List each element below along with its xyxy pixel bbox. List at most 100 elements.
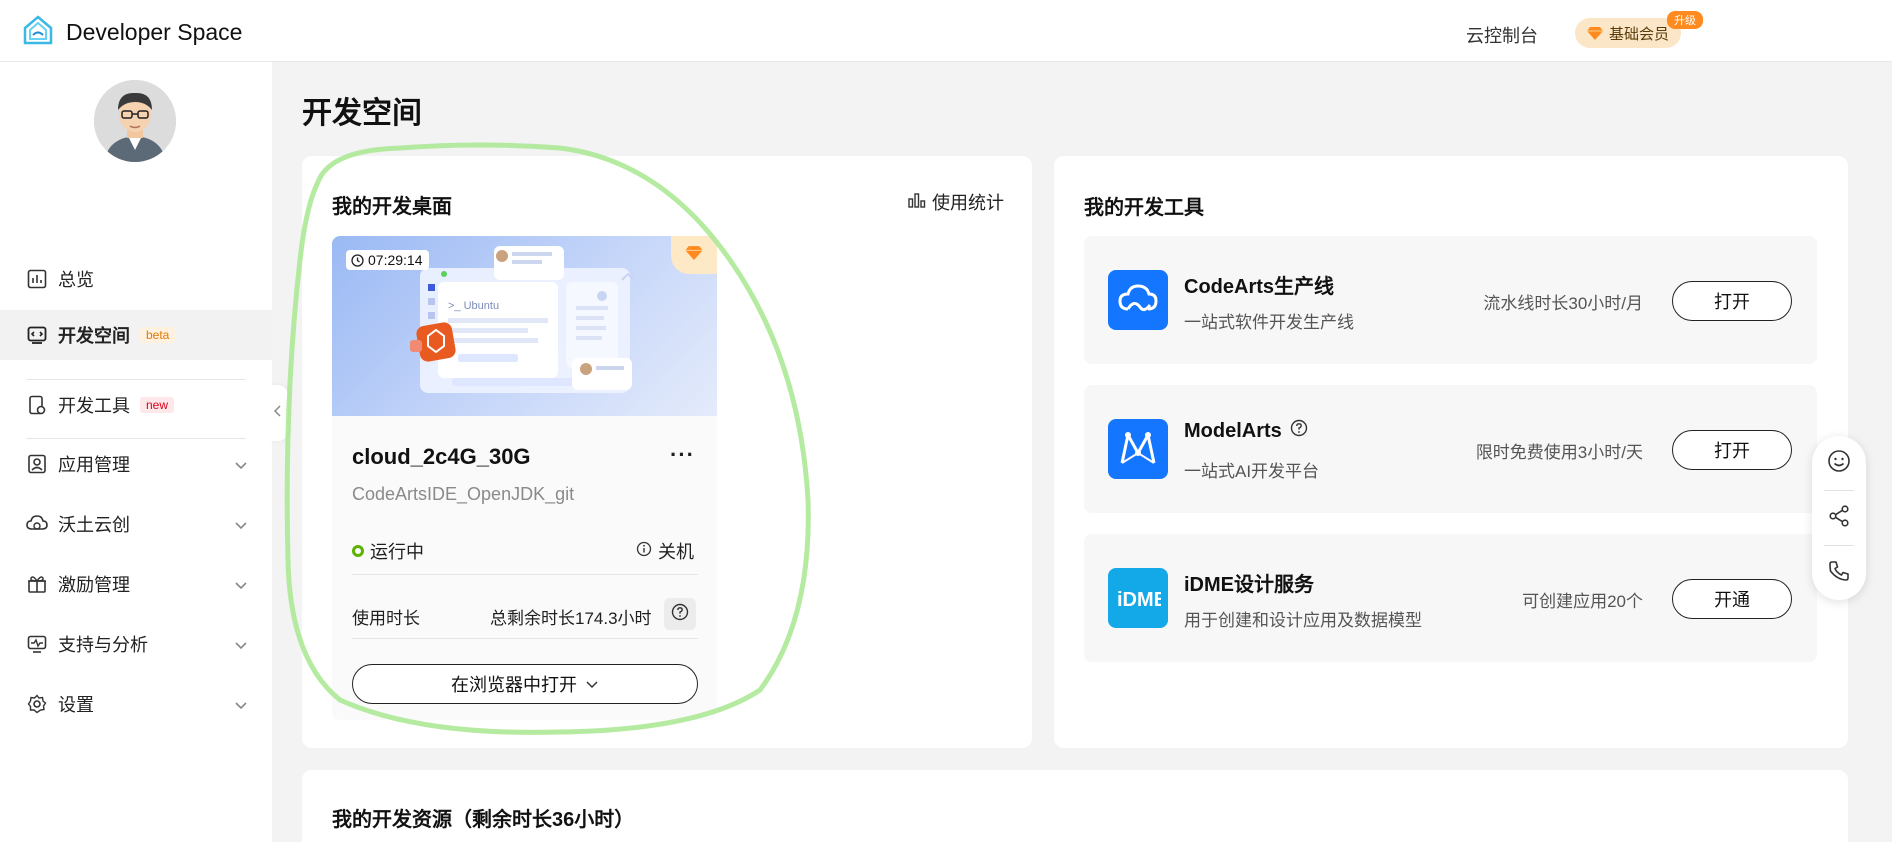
page-title: 开发空间: [302, 97, 422, 130]
tool-quota: 可创建应用20个: [1522, 592, 1643, 611]
instance-image-name: CodeArtsIDE_OpenJDK_git: [352, 484, 575, 504]
info-icon: [636, 541, 652, 562]
cloud-icon: [26, 513, 48, 535]
instance-name: cloud_2c4G_30G: [352, 444, 531, 469]
open-codearts-button[interactable]: 打开: [1672, 281, 1792, 321]
status-text: 运行中: [370, 542, 424, 562]
codearts-cloud-icon: [1108, 270, 1168, 330]
status-dot-icon: [352, 545, 364, 557]
floating-toolbar: [1812, 436, 1866, 600]
sidebar-item-wotu[interactable]: 沃土云创: [0, 499, 272, 549]
usage-stats-label: 使用统计: [932, 193, 1004, 213]
sidebar-item-support[interactable]: 支持与分析: [0, 619, 272, 669]
tool-name: iDME设计服务: [1184, 568, 1314, 597]
logo[interactable]: Developer Space: [22, 14, 242, 51]
app-name: Developer Space: [66, 19, 243, 45]
top-header: Developer Space 云控制台 基础会员 升级: [0, 0, 1892, 62]
usage-label: 使用时长: [352, 609, 420, 628]
beta-tag: beta: [140, 327, 176, 343]
upgrade-tag[interactable]: 升级: [1667, 11, 1703, 29]
sidebar-item-label: 激励管理: [58, 575, 130, 595]
help-icon: [671, 603, 689, 626]
modelarts-icon: [1108, 419, 1168, 479]
tools-section-title: 我的开发工具: [1084, 197, 1204, 219]
member-badge[interactable]: 基础会员: [1575, 18, 1682, 48]
feedback-button[interactable]: [1812, 436, 1866, 490]
sidebar-item-label: 支持与分析: [58, 635, 148, 655]
sidebar-item-dev-space[interactable]: 开发空间 beta: [0, 310, 272, 360]
tool-name-text: CodeArts生产线: [1184, 276, 1335, 298]
dashboard-icon: [26, 268, 48, 290]
chevron-down-icon: [585, 674, 599, 695]
desktop-instance-card[interactable]: >_ Ubuntu 07:29:14 cloud_2c4G_30G ··· Co…: [332, 236, 717, 720]
thumb-ubuntu-text: >_ Ubuntu: [448, 300, 499, 312]
status-badge: 运行中: [352, 538, 424, 564]
contact-phone-button[interactable]: [1812, 546, 1866, 600]
chevron-down-icon: [234, 695, 248, 716]
sidebar-item-dev-tools[interactable]: 开发工具 new: [0, 380, 272, 430]
sidebar-item-label: 应用管理: [58, 455, 130, 475]
sidebar-item-settings[interactable]: 设置: [0, 679, 272, 729]
divider: [352, 638, 698, 639]
idme-icon: iDME: [1108, 568, 1168, 628]
sidebar-item-label: 沃土云创: [58, 515, 130, 535]
chevron-down-icon: [234, 575, 248, 596]
sidebar-collapse-handle[interactable]: [268, 385, 288, 441]
tool-name: CodeArts生产线: [1184, 270, 1334, 299]
help-icon[interactable]: [1290, 419, 1308, 443]
sidebar-item-label: 开发空间: [58, 326, 130, 346]
usage-value: 总剩余时长174.3小时: [490, 609, 652, 628]
open-in-browser-label: 在浏览器中打开: [451, 675, 577, 695]
tool-desc: 一站式AI开发平台: [1184, 462, 1320, 481]
tool-name: ModelArts: [1184, 419, 1308, 443]
help-button[interactable]: [664, 598, 696, 630]
svg-text:iDME: iDME: [1117, 589, 1161, 611]
open-modelarts-button[interactable]: 打开: [1672, 430, 1792, 470]
chevron-left-icon: [273, 404, 282, 422]
member-label: 基础会员: [1609, 25, 1670, 43]
app-manage-icon: [26, 453, 48, 475]
tool-name-text: ModelArts: [1184, 419, 1282, 442]
chevron-down-icon: [234, 455, 248, 476]
sidebar-item-label: 开发工具: [58, 396, 130, 416]
code-screen-icon: [26, 324, 48, 346]
clock-icon: [351, 254, 364, 270]
instance-thumbnail[interactable]: >_ Ubuntu 07:29:14: [332, 236, 717, 416]
tool-desc: 用于创建和设计应用及数据模型: [1184, 611, 1422, 630]
gift-icon: [26, 573, 48, 595]
vip-corner-badge: [671, 236, 717, 274]
bar-chart-icon: [908, 192, 926, 213]
timer-value: 07:29:14: [368, 252, 423, 268]
divider: [352, 574, 698, 575]
smile-icon: [1827, 449, 1851, 478]
phone-icon: [1827, 559, 1851, 588]
more-actions-button[interactable]: ···: [670, 442, 695, 468]
house-logo-icon: [22, 14, 54, 51]
shutdown-button[interactable]: 关机: [636, 538, 694, 564]
tool-desc: 一站式软件开发生产线: [1184, 313, 1354, 332]
open-in-browser-button[interactable]: 在浏览器中打开: [352, 664, 698, 704]
sidebar-item-incentive[interactable]: 激励管理: [0, 559, 272, 609]
tool-name-text: iDME设计服务: [1184, 574, 1314, 596]
sidebar-item-label: 设置: [58, 695, 94, 715]
sidebar-item-app-manage[interactable]: 应用管理: [0, 439, 272, 489]
shutdown-label: 关机: [658, 542, 694, 562]
sidebar-item-label: 总览: [58, 270, 94, 290]
avatar[interactable]: [94, 80, 176, 162]
sidebar: 总览 开发空间 beta 开发工具 new 应用管理 沃土云创 激励管理 支持与…: [0, 62, 272, 842]
share-icon: [1827, 504, 1851, 533]
tool-item-idme: iDME iDME设计服务 用于创建和设计应用及数据模型 可创建应用20个 开通: [1084, 534, 1817, 662]
usage-stats-link[interactable]: 使用统计: [908, 189, 1004, 215]
sidebar-item-overview[interactable]: 总览: [0, 254, 272, 304]
runtime-timer: 07:29:14: [346, 250, 429, 270]
tool-item-modelarts: ModelArts 一站式AI开发平台 限时免费使用3小时/天 打开: [1084, 385, 1817, 513]
enable-idme-button[interactable]: 开通: [1672, 579, 1792, 619]
tool-phone-icon: [26, 394, 48, 416]
share-button[interactable]: [1812, 491, 1866, 545]
chevron-down-icon: [234, 515, 248, 536]
console-link[interactable]: 云控制台: [1466, 22, 1538, 48]
tool-item-codearts: CodeArts生产线 一站式软件开发生产线 流水线时长30小时/月 打开: [1084, 236, 1817, 364]
chevron-down-icon: [234, 635, 248, 656]
monitor-icon: [26, 633, 48, 655]
gear-icon: [26, 693, 48, 715]
